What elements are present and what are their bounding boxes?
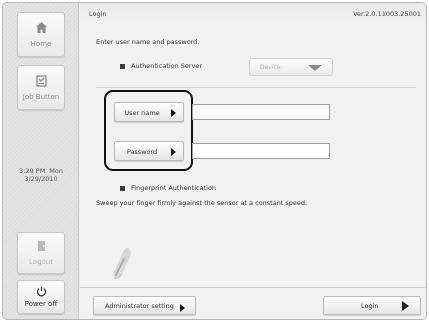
chevron-down-icon [308, 65, 322, 71]
sidebar: Home Job Button 3:29 PM Mon 3/29/2010 Lo… [3, 3, 79, 319]
auth-server-dropdown[interactable]: Device [249, 58, 333, 76]
job-button-label: Job Button [22, 93, 60, 101]
login-button-label: Login [361, 302, 379, 310]
arrow-right-icon [171, 109, 176, 117]
title-bar: Login Ver.2.0.11003.25001 [80, 3, 426, 29]
logout-label: Logout [29, 258, 53, 266]
logout-icon [37, 241, 45, 251]
fingerprint-label: Fingerprint Authentication [131, 184, 217, 192]
login-button[interactable]: Login [323, 296, 421, 315]
username-label: User name [124, 109, 160, 117]
bullet-icon [120, 63, 125, 69]
play-arrow-icon [402, 301, 409, 311]
logout-button[interactable]: Logout [17, 232, 65, 274]
auth-server-value: Device [260, 64, 281, 71]
home-button[interactable]: Home [17, 12, 65, 57]
arrow-right-icon [180, 304, 185, 312]
divider [96, 87, 416, 88]
clock-time: 3:29 PM Mon [18, 167, 64, 175]
username-button[interactable]: User name [114, 102, 184, 122]
password-label: Password [126, 148, 158, 156]
auth-server-option: Authentication Server [120, 62, 202, 70]
home-icon [35, 22, 47, 33]
instruction-text: Enter user name and password. [96, 38, 200, 46]
username-input[interactable] [192, 104, 330, 120]
main-panel: Login Ver.2.0.11003.25001 Enter user nam… [80, 3, 426, 319]
arrow-right-icon [171, 148, 176, 156]
password-button[interactable]: Password [114, 141, 184, 161]
clock: 3:29 PM Mon 3/29/2010 [3, 167, 79, 183]
password-input[interactable] [192, 143, 330, 159]
version-label: Ver.2.0.11003.25001 [353, 10, 421, 18]
administrator-setting-button[interactable]: Administrator setting [93, 296, 196, 315]
administrator-setting-label: Administrator setting [105, 302, 174, 310]
window-frame: Home Job Button 3:29 PM Mon 3/29/2010 Lo… [2, 2, 427, 320]
power-icon [36, 286, 46, 297]
home-label: Home [30, 40, 52, 48]
job-button[interactable]: Job Button [17, 65, 65, 110]
fingerprint-option: Fingerprint Authentication [120, 184, 216, 192]
footer-bar: Administrator setting Login [80, 287, 426, 319]
fingerprint-description: Sweep your finger firmly against the sen… [96, 199, 308, 207]
auth-server-label: Authentication Server [131, 62, 203, 70]
fingerprint-sensor-icon [113, 247, 131, 279]
bullet-icon [120, 185, 125, 191]
power-off-label: Power off [24, 300, 58, 308]
clock-date: 3/29/2010 [24, 175, 58, 183]
power-off-button[interactable]: Power off [17, 280, 65, 314]
page-title: Login [89, 10, 107, 18]
job-button-icon [35, 75, 47, 87]
